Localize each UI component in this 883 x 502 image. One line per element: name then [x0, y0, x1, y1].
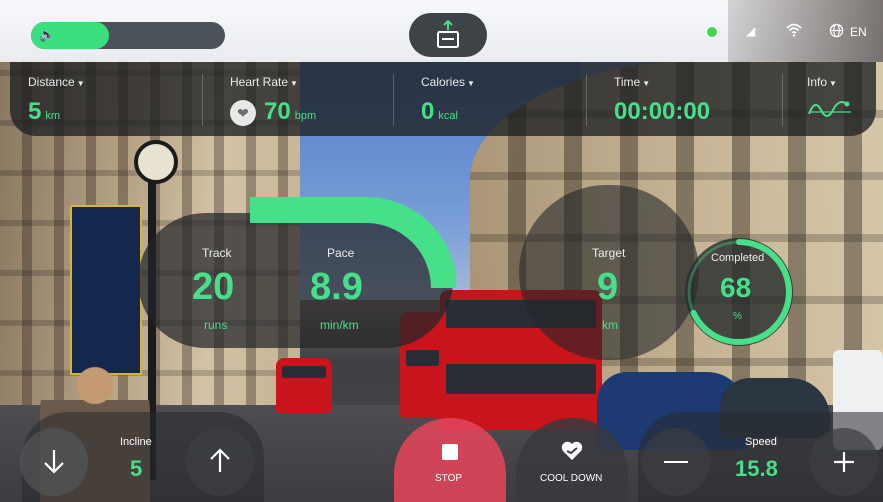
stat-info[interactable]: Info ▼	[807, 62, 867, 136]
heart-rate-label: Heart Rate	[230, 75, 289, 89]
caret-down-icon: ▼	[76, 79, 85, 88]
pace-label: Pace	[327, 246, 355, 260]
distance-label: Distance	[28, 75, 75, 89]
caret-down-icon: ▼	[642, 79, 651, 88]
incline-value: 5	[130, 456, 143, 481]
heart-rate-value: 70	[264, 98, 291, 125]
caret-down-icon: ▼	[829, 79, 837, 88]
arrow-down-icon	[44, 450, 64, 474]
volume-icon: 🔈	[39, 27, 56, 42]
wifi-icon	[786, 23, 802, 37]
top-bar: 🔈 ◢ EN	[0, 0, 883, 62]
speed-down-button[interactable]	[642, 428, 710, 496]
caret-down-icon: ▼	[467, 79, 475, 88]
red-bus-far	[276, 358, 332, 413]
divider	[782, 74, 783, 126]
incline-label: Incline	[120, 436, 152, 448]
target-unit: km	[602, 318, 618, 332]
incline-up-button[interactable]	[186, 428, 254, 496]
stat-heart-rate[interactable]: Heart Rate ▼ ❤ 70 bpm	[230, 62, 400, 136]
calories-unit: kcal	[438, 110, 458, 122]
pace-unit: min/km	[320, 318, 359, 332]
info-label: Info	[807, 75, 828, 89]
stat-distance[interactable]: Distance ▼ 5 km	[28, 62, 198, 136]
stop-label: STOP	[435, 473, 463, 484]
completed-label: Completed	[711, 252, 765, 264]
arrow-up-icon	[210, 448, 230, 472]
heart-rate-unit: bpm	[294, 110, 317, 122]
cool-down-label: COOL DOWN	[540, 473, 603, 484]
status-dot	[707, 27, 717, 37]
speed-up-button[interactable]	[810, 428, 878, 496]
calories-label: Calories	[421, 75, 466, 89]
target-value: 9	[597, 266, 619, 308]
time-label: Time	[614, 75, 641, 89]
stat-calories[interactable]: Calories ▼ 0 kcal	[421, 62, 581, 136]
track-unit: runs	[204, 318, 228, 332]
stat-time[interactable]: Time ▼ 00:00:00	[614, 62, 764, 136]
divider	[586, 74, 587, 126]
divider	[202, 74, 203, 126]
upload-button[interactable]	[409, 13, 487, 57]
calories-value: 0	[421, 98, 435, 125]
distance-unit: km	[45, 110, 61, 122]
stop-icon	[442, 444, 458, 460]
track-label: Track	[202, 246, 232, 260]
minus-icon	[664, 461, 688, 463]
speed-value: 15.8	[735, 456, 778, 481]
divider	[393, 74, 394, 126]
street-sign	[70, 205, 142, 375]
stats-bar: Distance ▼ 5 km Heart Rate ▼ ❤ 70 bpm Calori…	[10, 62, 876, 136]
completed-unit: %	[733, 311, 742, 322]
upload-icon	[437, 19, 459, 48]
plus-icon	[834, 452, 854, 472]
completed-value: 68	[720, 272, 752, 303]
speed-label: Speed	[745, 436, 777, 448]
incline-down-button[interactable]	[20, 428, 88, 496]
globe-icon[interactable]	[829, 23, 844, 38]
track-value: 20	[192, 266, 235, 308]
signal-icon: ◢	[746, 24, 756, 38]
volume-slider[interactable]: 🔈	[31, 22, 225, 49]
wave-graph-icon	[808, 101, 851, 117]
caret-down-icon: ▼	[290, 79, 298, 88]
language-selector[interactable]: EN	[850, 25, 867, 39]
time-value: 00:00:00	[614, 98, 711, 125]
heart-check-icon	[561, 441, 583, 460]
distance-value: 5	[28, 98, 42, 125]
pace-value: 8.9	[310, 266, 363, 308]
target-label: Target	[592, 246, 626, 260]
heart-icon: ❤	[230, 100, 256, 126]
